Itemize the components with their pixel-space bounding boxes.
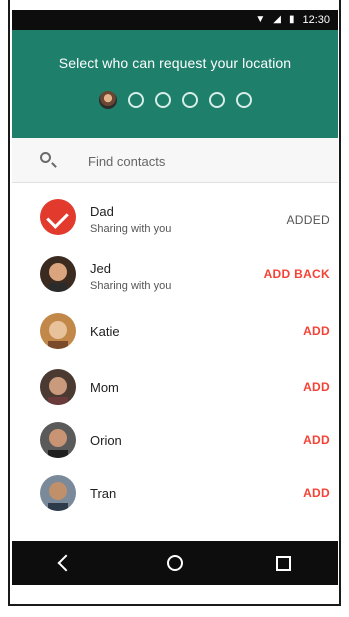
home-icon[interactable] [155,555,195,571]
search-input[interactable] [86,150,310,172]
page-title: Select who can request your location [58,55,292,71]
avatar [40,256,76,292]
step-2 [127,92,144,108]
step-6 [235,92,252,108]
wifi-icon: ▼ [255,14,266,25]
battery-icon: ▮ [288,14,295,25]
status-time: 12:30 [302,14,330,26]
signal-icon: ◢ [273,14,281,25]
back-icon[interactable] [46,554,86,572]
contact-name: Jed [90,261,111,276]
step-4 [181,92,198,108]
recents-icon[interactable] [264,555,304,571]
contact-name: Mom [90,380,119,395]
step-5 [208,92,225,108]
avatar [40,369,76,405]
contact-row-tran[interactable]: Tran ADD [12,469,338,519]
added-status: ADDED [286,213,330,227]
add-button[interactable]: ADD [303,324,330,338]
header: Select who can request your location [12,30,338,138]
contact-row-katie[interactable]: Katie ADD [12,307,338,357]
add-button[interactable]: ADD [303,433,330,447]
step-1-avatar [98,91,117,109]
contact-row-orion[interactable]: Orion ADD [12,416,338,466]
add-button[interactable]: ADD [303,380,330,394]
contact-name: Katie [90,324,120,339]
contact-row-dad[interactable]: Dad Sharing with you ADDED [12,193,338,243]
contact-name: Dad [90,204,114,219]
step-indicator [12,91,338,109]
contact-row-mom[interactable]: Mom ADD [12,363,338,413]
contact-subtitle: Sharing with you [90,280,172,292]
check-avatar-icon [40,199,76,235]
search-icon[interactable] [40,152,51,163]
status-bar: ▼ ◢ ▮ 12:30 [12,10,338,30]
search-bar [12,138,338,183]
contact-name: Orion [90,433,122,448]
add-button[interactable]: ADD [303,486,330,500]
navigation-bar [12,541,338,585]
step-3 [154,92,171,108]
contact-name: Tran [90,486,117,501]
contact-subtitle: Sharing with you [90,223,172,235]
avatar [40,475,76,511]
contact-row-jed[interactable]: Jed Sharing with you ADD BACK [12,250,338,300]
add-back-button[interactable]: ADD BACK [264,267,330,281]
avatar [40,422,76,458]
avatar [40,313,76,349]
